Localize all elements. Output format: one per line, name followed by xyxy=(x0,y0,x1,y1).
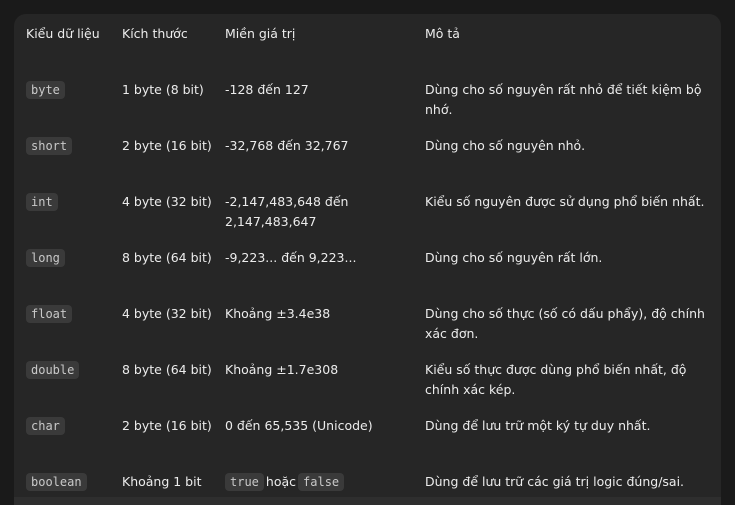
cell-range: Khoảng ±1.7e308 xyxy=(225,362,339,377)
type-code: int xyxy=(26,193,58,211)
type-code: byte xyxy=(26,81,65,99)
table-header-row: Kiểu dữ liệu Kích thước Miền giá trị Mô … xyxy=(26,24,716,80)
type-code: long xyxy=(26,249,65,267)
cell-type: int xyxy=(26,192,122,248)
cell-description: Dùng cho số thực (số có dấu phẩy), độ ch… xyxy=(425,306,705,341)
cell-type: long xyxy=(26,248,122,304)
cell-type: byte xyxy=(26,80,122,136)
table-row: byte 1 byte (8 bit) -128 đến 127 Dùng ch… xyxy=(26,80,716,136)
type-code: char xyxy=(26,417,65,435)
table-row: int 4 byte (32 bit) -2,147,483,648 đến 2… xyxy=(26,192,716,248)
true-code: true xyxy=(225,473,264,491)
cell-size: 2 byte (16 bit) xyxy=(122,418,212,433)
cell-type: double xyxy=(26,360,122,416)
table-row: float 4 byte (32 bit) Khoảng ±3.4e38 Dùn… xyxy=(26,304,716,360)
header-range: Miền giá trị xyxy=(225,26,296,41)
table-row: double 8 byte (64 bit) Khoảng ±1.7e308 K… xyxy=(26,360,716,416)
cell-range: -32,768 đến 32,767 xyxy=(225,138,349,153)
cell-type: short xyxy=(26,136,122,192)
type-code: float xyxy=(26,305,73,323)
cell-type: char xyxy=(26,416,122,472)
cell-description: Dùng cho số nguyên rất lớn. xyxy=(425,250,603,265)
cell-description: Dùng để lưu trữ một ký tự duy nhất. xyxy=(425,418,651,433)
cell-size: 2 byte (16 bit) xyxy=(122,138,212,153)
table-row: char 2 byte (16 bit) 0 đến 65,535 (Unico… xyxy=(26,416,716,472)
header-type: Kiểu dữ liệu xyxy=(26,26,100,41)
cell-range: -128 đến 127 xyxy=(225,82,309,97)
data-types-table: Kiểu dữ liệu Kích thước Miền giá trị Mô … xyxy=(26,24,716,505)
cell-size: 1 byte (8 bit) xyxy=(122,82,204,97)
type-code: short xyxy=(26,137,73,155)
cell-description: Dùng cho số nguyên rất nhỏ để tiết kiệm … xyxy=(425,82,702,117)
cell-description: Dùng cho số nguyên nhỏ. xyxy=(425,138,586,153)
cell-size: 8 byte (64 bit) xyxy=(122,250,212,265)
horizontal-scrollbar[interactable] xyxy=(14,497,721,505)
cell-size: 8 byte (64 bit) xyxy=(122,362,212,377)
type-code: boolean xyxy=(26,473,87,491)
data-types-table-card: Kiểu dữ liệu Kích thước Miền giá trị Mô … xyxy=(14,14,721,505)
cell-range: -2,147,483,648 đến 2,147,483,647 xyxy=(225,194,349,229)
cell-range: Khoảng ±3.4e38 xyxy=(225,306,331,321)
cell-size: 4 byte (32 bit) xyxy=(122,194,212,209)
cell-range: -9,223... đến 9,223... xyxy=(225,250,357,265)
type-code: double xyxy=(26,361,80,379)
cell-description: Kiểu số nguyên được sử dụng phổ biến nhấ… xyxy=(425,194,705,209)
header-size: Kích thước xyxy=(122,26,188,41)
cell-type: float xyxy=(26,304,122,360)
header-description: Mô tả xyxy=(425,26,460,41)
or-text: hoặc xyxy=(265,474,297,489)
table-row: short 2 byte (16 bit) -32,768 đến 32,767… xyxy=(26,136,716,192)
cell-range: 0 đến 65,535 (Unicode) xyxy=(225,418,373,433)
false-code: false xyxy=(298,473,345,491)
cell-description: Kiểu số thực được dùng phổ biến nhất, độ… xyxy=(425,362,687,397)
table-row: long 8 byte (64 bit) -9,223... đến 9,223… xyxy=(26,248,716,304)
cell-size: 4 byte (32 bit) xyxy=(122,306,212,321)
